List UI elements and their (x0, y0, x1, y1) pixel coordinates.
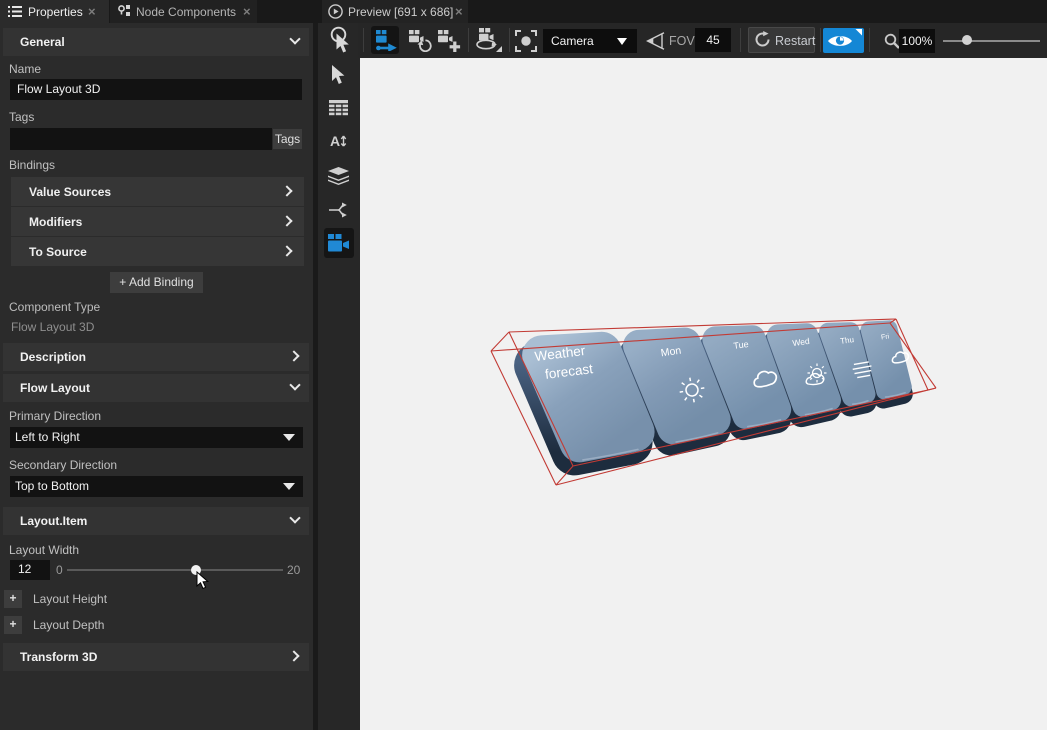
svg-text:Thu: Thu (840, 335, 855, 346)
svg-text:Fri: Fri (881, 333, 890, 341)
svg-text:Tue: Tue (733, 339, 749, 351)
svg-text:A: A (330, 133, 340, 149)
